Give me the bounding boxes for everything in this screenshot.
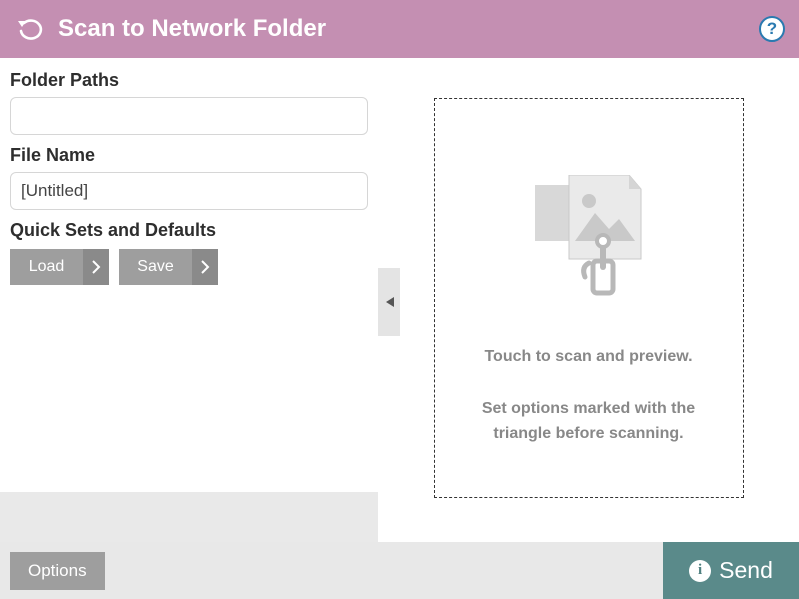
folder-paths-label: Folder Paths (10, 70, 368, 91)
settings-pane: Folder Paths File Name Quick Sets and De… (0, 58, 378, 542)
footer-bar: Options i Send (0, 542, 799, 599)
app-header: Scan to Network Folder ? (0, 0, 799, 58)
file-name-label: File Name (10, 145, 368, 166)
chevron-right-icon (83, 249, 109, 285)
preview-line3: triangle before scanning. (482, 421, 695, 447)
collapse-handle[interactable] (378, 268, 400, 336)
left-pane-fill (0, 295, 378, 492)
image-touch-icon (533, 175, 645, 306)
page-title: Scan to Network Folder (58, 15, 759, 43)
quick-sets-row: Load Save (10, 249, 368, 285)
send-button-label: Send (719, 557, 773, 584)
preview-touch-area[interactable]: Touch to scan and preview. Set options m… (434, 98, 744, 498)
help-icon[interactable]: ? (759, 16, 785, 42)
save-button-label: Save (119, 249, 192, 285)
load-button[interactable]: Load (10, 249, 109, 285)
left-pane-footer-gap (0, 492, 378, 542)
file-name-input[interactable] (10, 172, 368, 210)
preview-line2: Set options marked with the (482, 396, 695, 422)
main-area: Folder Paths File Name Quick Sets and De… (0, 58, 799, 542)
preview-instructions: Touch to scan and preview. Set options m… (482, 344, 695, 447)
load-button-label: Load (10, 249, 83, 285)
save-button[interactable]: Save (119, 249, 218, 285)
preview-pane: Touch to scan and preview. Set options m… (378, 58, 799, 542)
info-icon: i (689, 560, 711, 582)
send-button[interactable]: i Send (663, 542, 799, 599)
back-icon[interactable] (14, 14, 44, 44)
preview-line1: Touch to scan and preview. (482, 344, 695, 370)
folder-paths-input[interactable] (10, 97, 368, 135)
form-area: Folder Paths File Name Quick Sets and De… (0, 58, 378, 295)
quick-sets-label: Quick Sets and Defaults (10, 220, 368, 241)
arrow-left-icon (383, 295, 395, 309)
chevron-right-icon (192, 249, 218, 285)
options-button[interactable]: Options (10, 552, 105, 590)
